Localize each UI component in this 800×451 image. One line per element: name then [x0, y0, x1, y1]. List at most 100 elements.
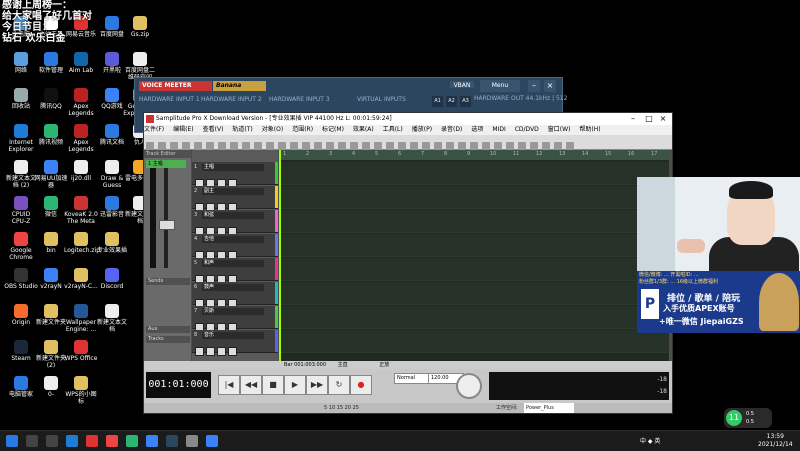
toolbar-button-icon[interactable]: [518, 142, 526, 150]
desktop-icon[interactable]: Discord: [95, 268, 129, 290]
desktop-icon[interactable]: bin: [34, 232, 68, 254]
track-header[interactable]: 3 和弦: [192, 210, 278, 236]
minimize-icon[interactable]: –: [528, 80, 540, 92]
record-button[interactable]: ●: [350, 375, 372, 395]
menu-item[interactable]: 效果(A): [353, 126, 374, 133]
menu-item[interactable]: 文件(F): [144, 126, 164, 133]
desktop-icon[interactable]: WPS的小图标: [64, 376, 98, 405]
track-name[interactable]: 贝斯: [202, 308, 264, 315]
desktop-icon[interactable]: Aim Lab: [64, 52, 98, 74]
menu-item[interactable]: 工具(L): [383, 126, 403, 133]
toolbar-button-icon[interactable]: [314, 142, 322, 150]
track-header[interactable]: 2 副主: [192, 186, 278, 212]
track-lane[interactable]: [279, 186, 669, 209]
track-name[interactable]: 和声: [202, 260, 264, 267]
weather-widget[interactable]: 11 0.5 0.5: [724, 408, 772, 428]
maximize-icon[interactable]: □: [642, 113, 656, 125]
desktop-icon[interactable]: Steam: [4, 340, 38, 362]
desktop-icon[interactable]: Internet Explorer: [4, 124, 38, 153]
track-name[interactable]: 吉他: [202, 236, 264, 243]
desktop-icon[interactable]: 专业效果插: [95, 232, 129, 254]
wechat-icon[interactable]: [126, 435, 138, 447]
track-lane[interactable]: [279, 306, 669, 329]
track-name[interactable]: 鼓声: [202, 284, 264, 291]
master-volume-knob[interactable]: [456, 373, 482, 399]
track-header[interactable]: 1 主唱: [192, 162, 278, 188]
toolbar-button-icon[interactable]: [506, 142, 514, 150]
toolbar-button-icon[interactable]: [470, 142, 478, 150]
desktop-icon[interactable]: 新建文本文档 (2): [4, 160, 38, 189]
forward-button[interactable]: ▶▶: [306, 375, 328, 395]
bus-a2-button[interactable]: A2: [446, 96, 457, 107]
close-icon[interactable]: ×: [544, 80, 556, 92]
desktop-icon[interactable]: ij20.dll: [64, 160, 98, 182]
tracks-section[interactable]: Tracks: [146, 336, 190, 343]
desktop-icon[interactable]: 腾讯视频: [34, 124, 68, 146]
track-header[interactable]: 7 贝斯: [192, 306, 278, 332]
qq-icon[interactable]: [146, 435, 158, 447]
toolbar-button-icon[interactable]: [434, 142, 442, 150]
desktop-icon[interactable]: 微信: [34, 196, 68, 218]
timeline-ruler[interactable]: 1 2 3 4 5 6 7 8 9 10 11 12 13 14 15 16 17: [279, 150, 669, 160]
desktop-icon[interactable]: 电脑管家: [4, 376, 38, 398]
desktop-icon[interactable]: Google Chrome: [4, 232, 38, 261]
monitor-button[interactable]: [228, 347, 237, 356]
voicemeeter-menu-button[interactable]: Menu: [480, 80, 520, 92]
toolbar-button-icon[interactable]: [350, 142, 358, 150]
netease-music-icon[interactable]: [86, 435, 98, 447]
menu-item[interactable]: 查看(V): [203, 126, 224, 133]
track-lane[interactable]: [279, 234, 669, 257]
menu-item[interactable]: MIDI: [492, 126, 505, 133]
toolbar-button-icon[interactable]: [194, 142, 202, 150]
minimize-icon[interactable]: –: [626, 113, 640, 125]
menu-item[interactable]: 窗口(W): [548, 126, 571, 133]
toolbar-button-icon[interactable]: [170, 142, 178, 150]
bus-a3-button[interactable]: A3: [460, 96, 471, 107]
menu-item[interactable]: CD/DVD: [515, 126, 539, 133]
toolbar-button-icon[interactable]: [326, 142, 334, 150]
toolbar-button-icon[interactable]: [266, 142, 274, 150]
workspace-select[interactable]: Power_Plus: [524, 403, 574, 413]
playback-cursor[interactable]: [279, 150, 281, 361]
menu-item[interactable]: 对象(O): [262, 126, 283, 133]
toolbar-button-icon[interactable]: [218, 142, 226, 150]
toolbar-button-icon[interactable]: [146, 142, 154, 150]
menu-item[interactable]: 帮助(H): [579, 126, 600, 133]
voicemeeter-task-icon[interactable]: [166, 435, 178, 447]
track-lane[interactable]: [279, 282, 669, 305]
go-start-button[interactable]: |◀: [218, 375, 240, 395]
toolbar-button-icon[interactable]: [458, 142, 466, 150]
samplitude-titlebar[interactable]: Samplitude Pro X Download Version - [专业效…: [144, 113, 672, 125]
mute-button[interactable]: [195, 347, 204, 356]
track-name[interactable]: 主唱: [202, 164, 264, 171]
track-lane[interactable]: [279, 330, 669, 353]
toolbar-button-icon[interactable]: [494, 142, 502, 150]
toolbar-button-icon[interactable]: [206, 142, 214, 150]
desktop-icon[interactable]: 腾讯QQ: [34, 88, 68, 110]
desktop-icon[interactable]: v2rayN: [34, 268, 68, 290]
samplitude-task-icon[interactable]: [206, 435, 218, 447]
toolbar-button-icon[interactable]: [374, 142, 382, 150]
desktop-icon[interactable]: WPS Office: [64, 340, 98, 362]
mode-select[interactable]: Normal: [394, 373, 430, 384]
search-icon[interactable]: [26, 435, 38, 447]
track-header[interactable]: 6 鼓声: [192, 282, 278, 308]
bus-a1-button[interactable]: A1: [432, 96, 443, 107]
toolbar-button-icon[interactable]: [386, 142, 394, 150]
menu-item[interactable]: 范围(R): [292, 126, 313, 133]
solo-button[interactable]: [206, 347, 215, 356]
sends-section[interactable]: Sends: [146, 278, 190, 285]
desktop-icon[interactable]: 软件管理: [34, 52, 68, 74]
desktop-icon[interactable]: v2rayN-C...: [64, 268, 98, 290]
edge-icon[interactable]: [66, 435, 78, 447]
toolbar-button-icon[interactable]: [242, 142, 250, 150]
menu-item[interactable]: 播放(P): [412, 126, 432, 133]
task-view-icon[interactable]: [46, 435, 58, 447]
desktop-icon[interactable]: 网络: [4, 52, 38, 74]
toolbar-button-icon[interactable]: [362, 142, 370, 150]
record-arm-button[interactable]: [217, 347, 226, 356]
desktop-icon[interactable]: Origin: [4, 304, 38, 326]
toolbar-button-icon[interactable]: [338, 142, 346, 150]
toolbar-button-icon[interactable]: [554, 142, 562, 150]
volume-fader[interactable]: [164, 168, 168, 268]
